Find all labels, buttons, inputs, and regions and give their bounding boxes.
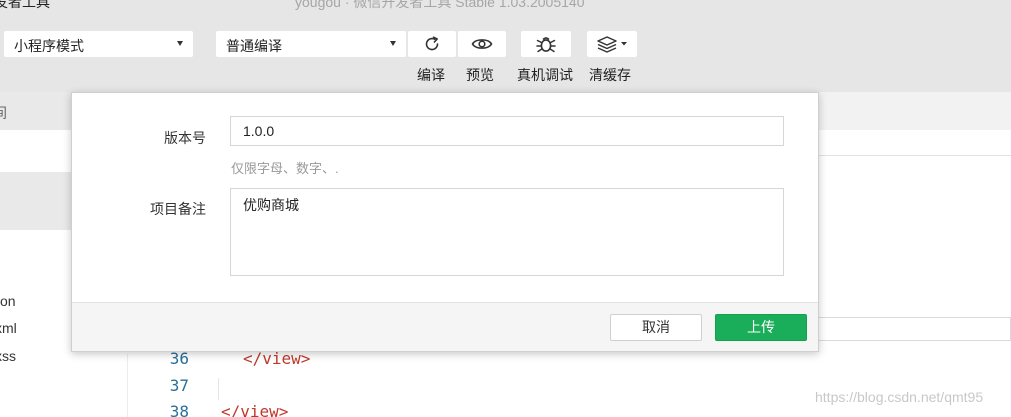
divider (819, 155, 1011, 156)
refresh-icon (425, 36, 439, 51)
indent-guide (218, 378, 219, 400)
project-note-input[interactable]: 优购商城 (230, 188, 784, 276)
compile-mode-select[interactable]: 普通编译 (216, 31, 406, 57)
eye-icon (471, 39, 493, 49)
upload-dialog: 版本号 仅限字母、数字、. 项目备注 优购商城 取消 上传 (71, 92, 819, 352)
clear-cache-label: 清缓存 (589, 67, 631, 83)
clear-cache-button[interactable] (587, 31, 637, 57)
remote-debug-button[interactable] (521, 31, 571, 57)
file-tree-item[interactable]: on (0, 293, 16, 309)
caret-down-icon (177, 41, 183, 46)
preview-button[interactable] (458, 31, 506, 57)
mode-select-value: 小程序模式 (14, 38, 84, 54)
mode-select[interactable]: 小程序模式 (4, 31, 193, 57)
version-input[interactable] (230, 116, 784, 146)
compile-button[interactable] (408, 31, 456, 57)
project-note-label: 项目备注 (150, 201, 206, 217)
file-tree-item[interactable]: xss (0, 348, 16, 364)
window-title-suffix: yougou · 微信开发者工具 Stable 1.03.2005140 (295, 0, 585, 10)
editor-input-bar[interactable] (807, 317, 1011, 341)
panel-header-label: 间 (0, 103, 7, 123)
preview-label: 预览 (466, 67, 494, 83)
compile-mode-value: 普通编译 (226, 38, 282, 54)
dialog-footer: 取消 上传 (72, 302, 818, 351)
version-label: 版本号 (164, 130, 206, 146)
code-line[interactable]: </view> (221, 402, 288, 417)
version-hint: 仅限字母、数字、. (231, 161, 339, 176)
caret-down-icon (390, 41, 396, 46)
line-number: 37 (169, 376, 189, 395)
cancel-button[interactable]: 取消 (610, 314, 702, 341)
watermark: https://blog.csdn.net/qmt95 (815, 389, 984, 405)
window-title: 发者工具 (0, 0, 50, 10)
bug-icon (536, 37, 556, 53)
toolbar: 发者工具 yougou · 微信开发者工具 Stable 1.03.200514… (0, 0, 1011, 92)
editor-header (819, 92, 1011, 130)
code-tag: </view> (221, 402, 289, 417)
upload-button[interactable]: 上传 (715, 314, 807, 341)
compile-label: 编译 (417, 67, 445, 83)
file-tree-item[interactable]: xml (0, 320, 17, 336)
layers-icon (597, 36, 627, 53)
remote-debug-label: 真机调试 (517, 67, 573, 83)
line-number: 38 (169, 402, 189, 417)
